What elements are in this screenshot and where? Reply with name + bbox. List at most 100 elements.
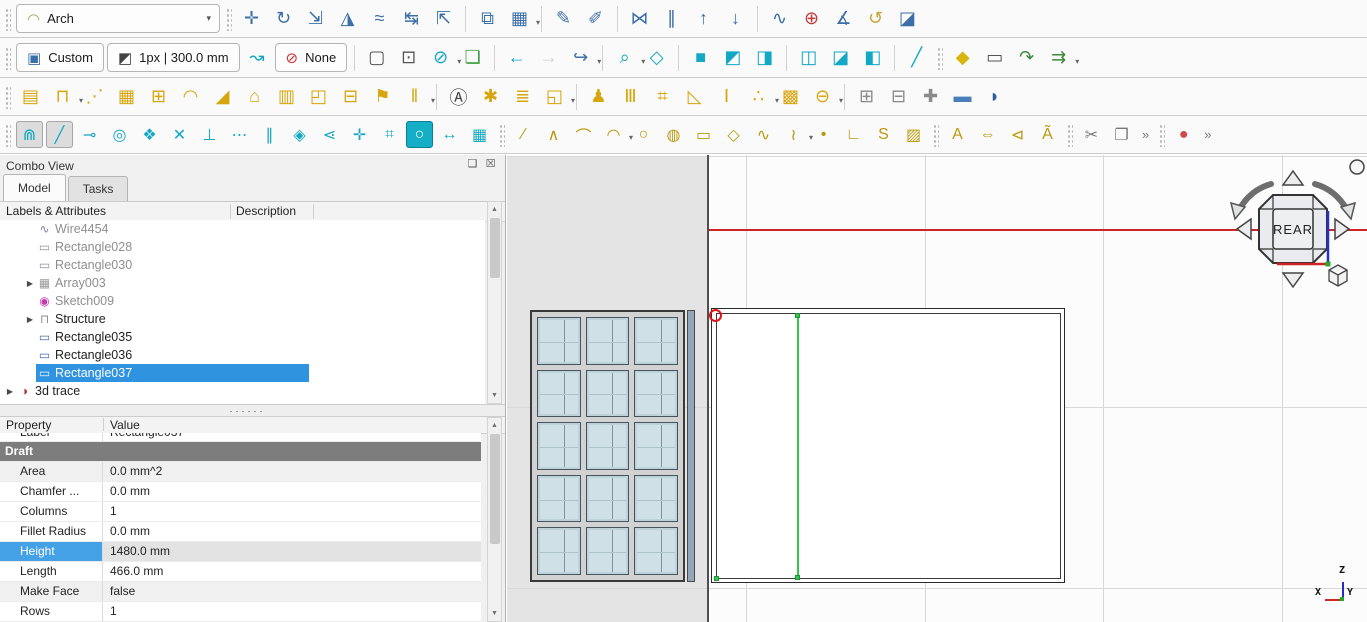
- arch-reference-button[interactable]: ⚑: [368, 82, 397, 111]
- slope-button[interactable]: ∡: [829, 4, 858, 33]
- snap-dimensions-toggle[interactable]: ↔: [436, 121, 463, 148]
- tree-item-rectangle028[interactable]: ▭Rectangle028: [0, 238, 485, 256]
- arch-rebar-button[interactable]: ⋰: [80, 82, 109, 111]
- draft-dimension-button[interactable]: ⇔: [974, 121, 1001, 148]
- tree-item-array003[interactable]: ▶▦Array003: [0, 274, 485, 292]
- window-pane[interactable]: [586, 475, 630, 523]
- arch-roof-button[interactable]: ◢: [208, 82, 237, 111]
- edit-button[interactable]: ✎: [549, 4, 578, 33]
- draft-shapestring-button[interactable]: S: [870, 121, 897, 148]
- scale-button[interactable]: ⇲: [301, 4, 330, 33]
- tree-item-cell[interactable]: ▭Rectangle035: [36, 328, 132, 346]
- zoom-tools-button[interactable]: ⌕▾: [610, 43, 639, 72]
- measure-button[interactable]: ╱: [902, 43, 931, 72]
- arch-working-plane-proxy-button[interactable]: ✱: [476, 82, 505, 111]
- window-frame-profile[interactable]: [687, 310, 695, 582]
- window-pane[interactable]: [537, 527, 581, 575]
- snap-intersection-toggle[interactable]: ✕: [166, 121, 193, 148]
- annotation-styles-button[interactable]: Ã: [1034, 121, 1061, 148]
- clone-button[interactable]: ⧉: [473, 4, 502, 33]
- snap-ortho-toggle[interactable]: ✛: [346, 121, 373, 148]
- float-panel-icon[interactable]: ❏: [466, 158, 479, 171]
- window-pane[interactable]: [537, 422, 581, 470]
- draft-bspline-button[interactable]: ∿: [750, 121, 777, 148]
- navcube-rotate-ccw-icon[interactable]: [1350, 160, 1364, 174]
- arch-stairs-button[interactable]: ≣: [508, 82, 537, 111]
- rotate-button[interactable]: ↻: [269, 4, 298, 33]
- property-name[interactable]: Length: [0, 562, 103, 581]
- view-left-button[interactable]: ◧: [858, 43, 887, 72]
- survey-minus-button[interactable]: ▬: [948, 82, 977, 111]
- shape-2d-view-button[interactable]: ◪: [893, 4, 922, 33]
- box-element-selection-button[interactable]: ⊡: [394, 43, 423, 72]
- navcube-right-arrow[interactable]: [1335, 219, 1349, 239]
- property-name[interactable]: Chamfer ...: [0, 482, 103, 501]
- draft-bezier-button[interactable]: ≀▾: [780, 121, 807, 148]
- macro-record-button[interactable]: ●: [1170, 121, 1197, 148]
- remove-component-button[interactable]: ⊟: [884, 82, 913, 111]
- working-plane-button[interactable]: ▣Custom: [16, 43, 104, 72]
- toolbar-overflow-2[interactable]: »: [1200, 127, 1215, 142]
- tree-scrollbar-thumb[interactable]: [490, 218, 500, 278]
- navigation-cube[interactable]: REAR: [1225, 157, 1367, 290]
- arch-section-plane-button[interactable]: ◰: [304, 82, 333, 111]
- window-pane[interactable]: [586, 422, 630, 470]
- property-value[interactable]: 1480.0 mm: [103, 542, 481, 561]
- property-name[interactable]: Rows: [0, 602, 103, 621]
- arch-schedule-button[interactable]: ▥: [272, 82, 301, 111]
- window-pane[interactable]: [634, 422, 678, 470]
- draft-polygon-button[interactable]: ◇: [720, 121, 747, 148]
- property-row-label[interactable]: LabelRectangle037: [0, 433, 481, 442]
- navcube-down-arrow[interactable]: [1283, 273, 1303, 287]
- toolbar-handle[interactable]: [4, 7, 11, 31]
- snap-angle-toggle[interactable]: ❖: [136, 121, 163, 148]
- arch-frame-button[interactable]: Ⅲ: [616, 82, 645, 111]
- draft-rectangle-button[interactable]: ▭: [690, 121, 717, 148]
- property-name[interactable]: Area: [0, 462, 103, 481]
- upgrade-button[interactable]: ↑: [689, 4, 718, 33]
- draft-label-button[interactable]: ⊲: [1004, 121, 1031, 148]
- snap-lock-toggle[interactable]: ⋒: [16, 121, 43, 148]
- property-group-label[interactable]: Draft: [0, 442, 33, 461]
- mirror-button[interactable]: ◮: [333, 4, 362, 33]
- workbench-selector[interactable]: ◠Arch▾: [16, 4, 220, 33]
- arch-curtain-wall-button[interactable]: ▦: [112, 82, 141, 111]
- arch-fence-button[interactable]: ⌗: [648, 82, 677, 111]
- property-row-columns[interactable]: Columns1: [0, 502, 481, 522]
- draft-polyline-button[interactable]: ∧: [540, 121, 567, 148]
- toolbar-handle[interactable]: [1158, 123, 1165, 147]
- arch-survey-button[interactable]: ◗: [980, 82, 1009, 111]
- split-button[interactable]: ∥: [657, 4, 686, 33]
- arch-wall-button[interactable]: ▤: [16, 82, 45, 111]
- toolbar-handle[interactable]: [4, 46, 11, 70]
- view-right-button[interactable]: ◨: [750, 43, 779, 72]
- toolbar-handle[interactable]: [932, 123, 939, 147]
- view-bottom-button[interactable]: ◪: [826, 43, 855, 72]
- draft-facebinder-button[interactable]: ∟: [840, 121, 867, 148]
- tree-item-rectangle035[interactable]: ▭Rectangle035: [0, 328, 485, 346]
- snap-grid-toggle[interactable]: ⌗: [376, 121, 403, 148]
- property-value[interactable]: 0.0 mm: [103, 482, 481, 501]
- snap-parallel-toggle[interactable]: ∥: [256, 121, 283, 148]
- selection-node[interactable]: [714, 576, 719, 581]
- arch-profile-button[interactable]: Ⅰ: [712, 82, 741, 111]
- tab-tasks[interactable]: Tasks: [68, 176, 129, 201]
- scroll-up-icon[interactable]: ▲: [488, 419, 501, 432]
- property-scrollbar[interactable]: ▲ ▼: [487, 417, 502, 622]
- draft-arc-button[interactable]: ◠▾: [600, 121, 627, 148]
- property-name[interactable]: Height: [0, 542, 103, 561]
- property-name[interactable]: Fillet Radius: [0, 522, 103, 541]
- property-value[interactable]: 1: [103, 602, 481, 621]
- arch-schedule-table-button[interactable]: ▩: [776, 82, 805, 111]
- window-pane[interactable]: [586, 317, 630, 365]
- tree-scrollbar[interactable]: ▲ ▼: [487, 201, 502, 404]
- wall-edge-line[interactable]: [707, 155, 709, 622]
- cut-button[interactable]: ✂: [1078, 121, 1105, 148]
- draft-ellipse-button[interactable]: ◍: [660, 121, 687, 148]
- copy-button[interactable]: ❐: [1108, 121, 1135, 148]
- survey-plus-button[interactable]: ✚: [916, 82, 945, 111]
- toolbar-handle[interactable]: [4, 85, 11, 109]
- snap-midpoint-toggle[interactable]: ⊸: [76, 121, 103, 148]
- tab-model[interactable]: Model: [3, 174, 66, 201]
- window-pane[interactable]: [634, 317, 678, 365]
